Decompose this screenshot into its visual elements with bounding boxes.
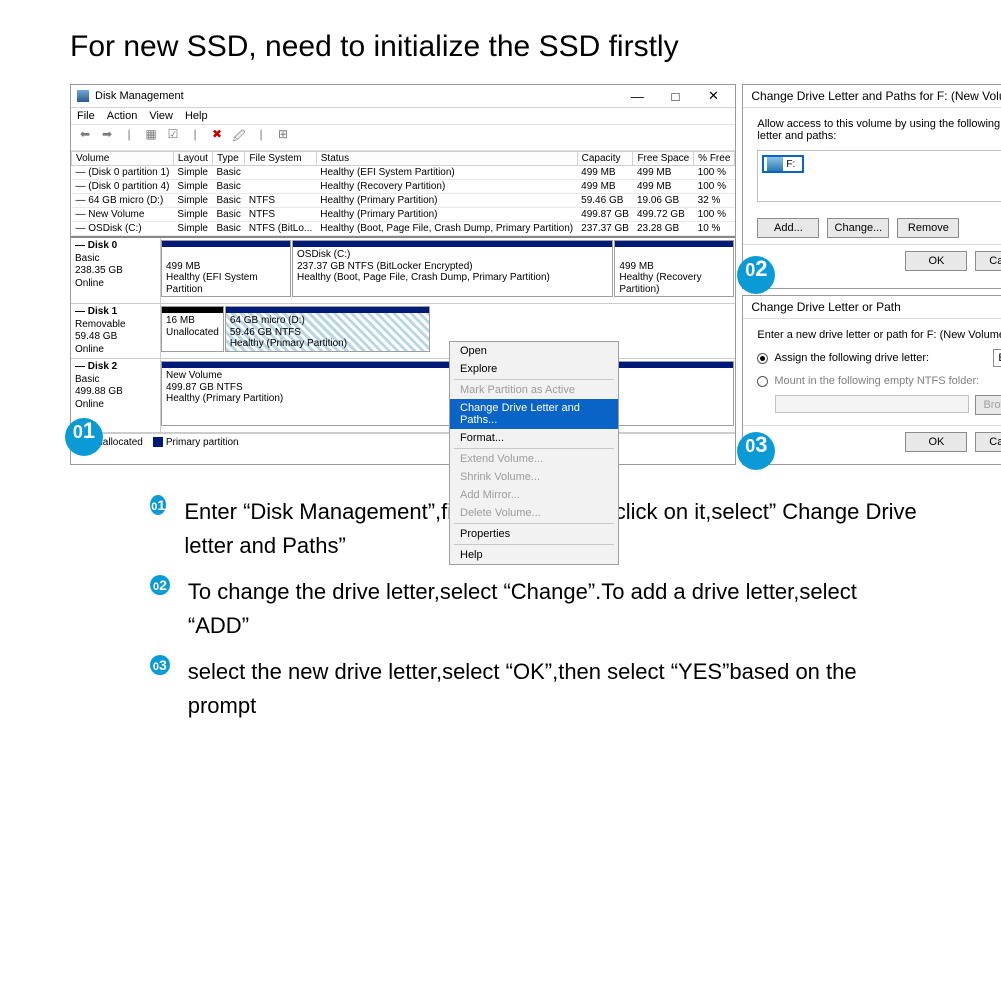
app-icon: [77, 90, 89, 102]
context-menu: Open Explore Mark Partition as Active Ch…: [449, 341, 619, 565]
refresh-icon[interactable]: 🖉: [231, 127, 247, 148]
ctx-extend: Extend Volume...: [450, 450, 618, 468]
partition[interactable]: 499 MBHealthy (EFI System Partition: [161, 240, 291, 297]
step-badge-1: 01: [65, 418, 103, 456]
assign-letter-dialog: Change Drive Letter or Path ✕ Enter a ne…: [742, 295, 1001, 465]
tool-icon[interactable]: ⊞: [275, 127, 291, 148]
maximize-button[interactable]: □: [659, 89, 691, 104]
radio-mount-folder[interactable]: [757, 376, 768, 387]
legend-primary: Primary partition: [166, 437, 239, 448]
partition[interactable]: 499 MBHealthy (Recovery Partition): [614, 240, 734, 297]
menu-help[interactable]: Help: [185, 110, 208, 122]
menu-action[interactable]: Action: [107, 110, 138, 122]
ctx-change-drive-letter[interactable]: Change Drive Letter and Paths...: [450, 399, 618, 429]
remove-button[interactable]: Remove: [897, 218, 959, 238]
screenshot-area: Disk Management — □ ✕ File Action View H…: [0, 74, 1001, 475]
col-pct[interactable]: % Free: [694, 152, 735, 166]
table-row[interactable]: — (Disk 0 partition 4)SimpleBasicHealthy…: [72, 180, 735, 194]
headline: For new SSD, need to initialize the SSD …: [0, 0, 1001, 74]
disk-row-1: — Disk 1 Removable 59.48 GB Online 16 MB…: [71, 304, 735, 359]
ctx-format[interactable]: Format...: [450, 429, 618, 447]
menu-file[interactable]: File: [77, 110, 95, 122]
bullet-icon: 01: [150, 495, 166, 515]
col-volume[interactable]: Volume: [72, 152, 174, 166]
dialog-title: Change Drive Letter and Paths for F: (Ne…: [751, 89, 1001, 103]
disk-label[interactable]: — Disk 0 Basic 238.35 GB Online: [71, 238, 161, 303]
partition[interactable]: 64 GB micro (D:)59.46 GB NTFSHealthy (Pr…: [225, 306, 430, 352]
ok-button[interactable]: OK: [905, 432, 967, 452]
instruction-step-3: select the new drive letter,select “OK”,…: [188, 655, 921, 723]
dialog-message: Enter a new drive letter or path for F: …: [757, 329, 1001, 341]
ctx-shrink: Shrink Volume...: [450, 468, 618, 486]
step-badge-3: 03: [737, 432, 775, 470]
change-button[interactable]: Change...: [827, 218, 889, 238]
menu-view[interactable]: View: [149, 110, 173, 122]
tool-bar: ⬅ ➡ | ▦ ☑ | ✖ 🖉 | ⊞: [71, 124, 735, 151]
table-row[interactable]: — OSDisk (C:)SimpleBasicNTFS (BitLo...He…: [72, 222, 735, 236]
step-badge-2: 02: [737, 256, 775, 294]
back-icon[interactable]: ⬅: [77, 127, 93, 148]
disk-graphical-area: — Disk 0 Basic 238.35 GB Online 499 MBHe…: [71, 236, 735, 433]
ctx-help[interactable]: Help: [450, 546, 618, 564]
table-row[interactable]: — 64 GB micro (D:)SimpleBasicNTFSHealthy…: [72, 194, 735, 208]
ctx-explore[interactable]: Explore: [450, 360, 618, 378]
cancel-button[interactable]: Cancel: [975, 251, 1001, 271]
ctx-properties[interactable]: Properties: [450, 525, 618, 543]
col-layout[interactable]: Layout: [173, 152, 212, 166]
disk-row-0: — Disk 0 Basic 238.35 GB Online 499 MBHe…: [71, 238, 735, 304]
ctx-delete: Delete Volume...: [450, 504, 618, 522]
tool-icon[interactable]: ☑: [165, 127, 181, 148]
cancel-button[interactable]: Cancel: [975, 432, 1001, 452]
tool-icon[interactable]: ▦: [143, 127, 159, 148]
bullet-icon: 03: [150, 655, 170, 675]
folder-path-input: [775, 395, 969, 413]
table-row[interactable]: — New VolumeSimpleBasicNTFSHealthy (Prim…: [72, 208, 735, 222]
menu-bar: File Action View Help: [71, 108, 735, 124]
instruction-step-2: To change the drive letter,select “Chang…: [188, 575, 921, 643]
change-paths-dialog: Change Drive Letter and Paths for F: (Ne…: [742, 84, 1001, 289]
dialog-title: Change Drive Letter or Path: [751, 300, 900, 314]
radio-assign-label: Assign the following drive letter:: [774, 352, 929, 364]
ctx-open[interactable]: Open: [450, 342, 618, 360]
window-title: Disk Management: [95, 90, 184, 102]
browse-button: Browse...: [975, 395, 1001, 415]
disk-management-window: Disk Management — □ ✕ File Action View H…: [70, 84, 736, 465]
radio-assign-letter[interactable]: [757, 353, 768, 364]
forward-icon[interactable]: ➡: [99, 127, 115, 148]
bullet-icon: 02: [150, 575, 170, 595]
ctx-mirror: Add Mirror...: [450, 486, 618, 504]
col-type[interactable]: Type: [212, 152, 244, 166]
partition[interactable]: New Volume499.87 GB NTFSHealthy (Primary…: [161, 361, 734, 426]
disk-label[interactable]: — Disk 1 Removable 59.48 GB Online: [71, 304, 161, 358]
radio-mount-label: Mount in the following empty NTFS folder…: [774, 375, 979, 387]
dialog-message: Allow access to this volume by using the…: [757, 118, 1001, 142]
partition-unallocated[interactable]: 16 MBUnallocated: [161, 306, 224, 352]
col-fs[interactable]: File System: [245, 152, 316, 166]
col-status[interactable]: Status: [316, 152, 577, 166]
table-row[interactable]: — (Disk 0 partition 1)SimpleBasicHealthy…: [72, 166, 735, 180]
disk-row-2: — Disk 2 Basic 499.88 GB Online New Volu…: [71, 359, 735, 433]
close-button[interactable]: ✕: [697, 88, 729, 104]
col-free[interactable]: Free Space: [633, 152, 694, 166]
drive-chip[interactable]: F:: [762, 155, 804, 173]
minimize-button[interactable]: —: [621, 89, 653, 104]
ctx-mark-active: Mark Partition as Active: [450, 381, 618, 399]
volume-table: Volume Layout Type File System Status Ca…: [71, 151, 735, 236]
add-button[interactable]: Add...: [757, 218, 819, 238]
col-capacity[interactable]: Capacity: [577, 152, 633, 166]
title-bar: Disk Management — □ ✕: [71, 85, 735, 108]
drive-letter-combo[interactable]: E: [993, 349, 1001, 367]
page: For new SSD, need to initialize the SSD …: [0, 0, 1001, 776]
delete-icon[interactable]: ✖: [209, 127, 225, 148]
partition[interactable]: OSDisk (C:)237.37 GB NTFS (BitLocker Enc…: [292, 240, 613, 297]
legend: Unallocated Primary partition: [71, 433, 735, 451]
paths-listbox[interactable]: F:: [757, 150, 1001, 202]
ok-button[interactable]: OK: [905, 251, 967, 271]
